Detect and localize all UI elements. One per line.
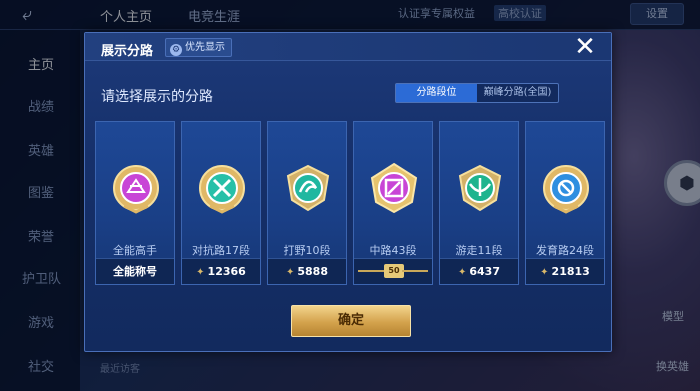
lane-footer-text: 全能称号 xyxy=(113,265,157,278)
all-round-emblem-icon xyxy=(113,165,159,214)
lane-name: 游走11段 xyxy=(455,244,503,257)
lane-card[interactable]: 游走11段 ✦ 6437 xyxy=(439,121,519,285)
rank-wing-left xyxy=(358,270,384,272)
segment-peak-lane[interactable]: 巅峰分路(全国) xyxy=(477,84,558,102)
points-icon: ✦ xyxy=(540,267,549,278)
dialog-subtitle: 请选择展示的分路 xyxy=(101,89,213,105)
lane-footer: ✦ 12366 xyxy=(182,258,260,284)
lane-card[interactable]: 对抗路17段 ✦ 12366 xyxy=(181,121,261,285)
gear-icon: ⚙ xyxy=(170,44,182,56)
priority-label: 优先显示 xyxy=(185,42,225,53)
rank-badge: 50 xyxy=(384,264,404,278)
roam-emblem-icon xyxy=(458,164,502,212)
points-icon: ✦ xyxy=(196,267,205,278)
segment-control: 分路段位 巅峰分路(全国) xyxy=(395,83,559,103)
lane-footer: ✦ 5888 xyxy=(268,258,346,284)
priority-display-button[interactable]: ⚙ 优先显示 xyxy=(165,38,232,57)
lane-name: 中路43段 xyxy=(369,244,417,257)
dialog-header: 展示分路 ⚙ 优先显示 ✕ xyxy=(85,33,611,61)
lane-footer-text: 21813 xyxy=(551,265,590,278)
close-icon[interactable]: ✕ xyxy=(573,34,597,60)
lane-footer-text: 5888 xyxy=(297,265,328,278)
lane-footer-text: 6437 xyxy=(469,265,500,278)
lane-footer: ✦ 21813 xyxy=(526,258,604,284)
lane-card[interactable]: 发育路24段 ✦ 21813 xyxy=(525,121,605,285)
lane-dialog: 展示分路 ⚙ 优先显示 ✕ 请选择展示的分路 分路段位 巅峰分路(全国) 全能高手… xyxy=(84,32,612,352)
mid-lane-emblem-icon xyxy=(370,162,418,214)
jungle-emblem-icon xyxy=(286,164,330,212)
lane-footer-text: 12366 xyxy=(207,265,246,278)
clash-lane-emblem-icon xyxy=(199,165,245,214)
lane-card[interactable]: 打野10段 ✦ 5888 xyxy=(267,121,347,285)
lane-name: 打野10段 xyxy=(283,244,331,257)
points-icon: ✦ xyxy=(457,267,467,278)
lane-cards: 全能高手 全能称号 对抗路17段 ✦ 12366 打野10段 ✦ 5888 中路… xyxy=(95,121,605,285)
lane-card[interactable]: 中路43段 50 xyxy=(353,121,433,285)
confirm-button[interactable]: 确定 xyxy=(291,305,411,337)
lane-name: 全能高手 xyxy=(113,244,157,257)
lane-footer: 全能称号 xyxy=(96,258,174,284)
lane-name: 发育路24段 xyxy=(536,244,594,257)
lane-name: 对抗路17段 xyxy=(192,244,250,257)
lane-footer: ✦ 6437 xyxy=(440,258,518,284)
lane-card[interactable]: 全能高手 全能称号 xyxy=(95,121,175,285)
rank-wing-right xyxy=(402,270,428,272)
lane-footer: 50 xyxy=(354,258,432,284)
dialog-title: 展示分路 xyxy=(101,44,154,59)
farm-lane-emblem-icon xyxy=(543,165,589,214)
segment-lane-rank[interactable]: 分路段位 xyxy=(396,84,477,102)
points-icon: ✦ xyxy=(285,267,295,278)
